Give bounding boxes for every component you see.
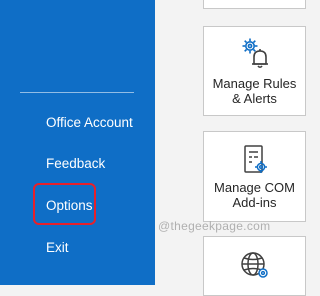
manage-com-label-line1: Manage COM: [214, 180, 295, 195]
nav-item-office-account[interactable]: Office Account: [46, 115, 133, 131]
watermark-text: @thegeekpage.com: [158, 219, 271, 233]
rules-alerts-icon: [237, 35, 273, 76]
tile-globe-settings[interactable]: [203, 236, 306, 296]
manage-com-label-line2: Add-ins: [232, 195, 277, 210]
options-highlight-box: [33, 183, 96, 225]
manage-com-addins-label: Manage COM Add-ins: [204, 180, 305, 210]
manage-rules-alerts-label: Manage Rules & Alerts: [204, 76, 305, 106]
globe-settings-icon: [239, 249, 271, 286]
nav-divider: [20, 92, 134, 93]
manage-rules-label-line2: & Alerts: [232, 91, 277, 106]
backstage-nav: Office Account Feedback Options Exit: [0, 0, 155, 285]
com-addins-icon: [239, 144, 271, 181]
nav-item-exit[interactable]: Exit: [46, 240, 69, 256]
manage-com-addins-button[interactable]: Manage COM Add-ins: [203, 131, 306, 222]
nav-item-feedback[interactable]: Feedback: [46, 156, 105, 172]
manage-rules-alerts-button[interactable]: Manage Rules & Alerts: [203, 26, 306, 116]
tile-top-partial[interactable]: [203, 0, 306, 9]
backstage-content: Manage Rules & Alerts Manage COM Add-ins: [155, 0, 319, 296]
manage-rules-label-line1: Manage Rules: [212, 76, 297, 91]
